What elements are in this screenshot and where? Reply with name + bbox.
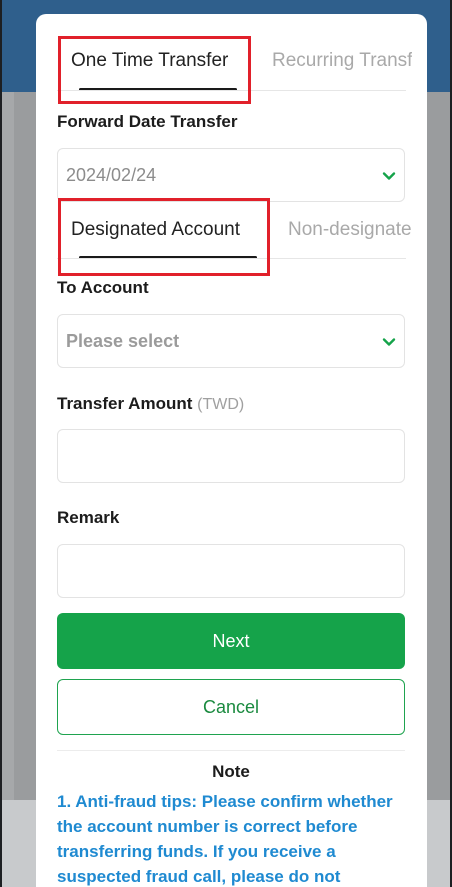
transfer-amount-label: Transfer Amount (TWD) <box>57 394 244 414</box>
remark-input[interactable] <box>57 544 405 598</box>
forward-date-select[interactable]: 2024/02/24 <box>57 148 405 202</box>
account-type-tabs: Designated Account Non-designated Accoun… <box>57 209 412 259</box>
screen-edge <box>0 0 2 887</box>
tab-one-time-transfer[interactable]: One Time Transfer <box>65 44 245 90</box>
to-account-select[interactable]: Please select <box>57 314 405 368</box>
tab-designated-account[interactable]: Designated Account <box>65 209 265 258</box>
transfer-amount-label-text: Transfer Amount <box>57 394 193 413</box>
currency-unit: (TWD) <box>197 396 245 413</box>
tab-label: One Time Transfer <box>71 50 229 71</box>
next-button[interactable]: Next <box>57 613 405 669</box>
transfer-type-tabs: One Time Transfer Recurring Transfer <box>57 44 412 91</box>
tab-label: Designated Account <box>71 219 241 240</box>
chevron-down-icon <box>382 338 396 346</box>
forward-date-value: 2024/02/24 <box>66 165 157 185</box>
background-panel <box>0 92 14 887</box>
transfer-amount-input[interactable] <box>57 429 405 483</box>
transfer-form-sheet: One Time Transfer Recurring Transfer For… <box>36 14 427 887</box>
active-tab-indicator <box>79 88 237 90</box>
tab-recurring-transfer[interactable]: Recurring Transfer <box>272 44 412 90</box>
to-account-label: To Account <box>57 278 149 297</box>
to-account-placeholder: Please select <box>66 331 180 351</box>
tab-label: Non-designated Account <box>288 219 412 240</box>
note-title: Note <box>212 762 250 781</box>
forward-date-label: Forward Date Transfer <box>57 112 238 131</box>
active-tab-indicator <box>79 256 257 258</box>
tab-label: Recurring Transfer <box>272 50 412 71</box>
divider <box>57 750 405 751</box>
tab-non-designated-account[interactable]: Non-designated Account <box>288 209 412 258</box>
remark-label: Remark <box>57 508 120 527</box>
note-text: 1. Anti-fraud tips: Please confirm wheth… <box>57 792 393 886</box>
cancel-button[interactable]: Cancel <box>57 679 405 735</box>
chevron-down-icon <box>382 172 396 180</box>
